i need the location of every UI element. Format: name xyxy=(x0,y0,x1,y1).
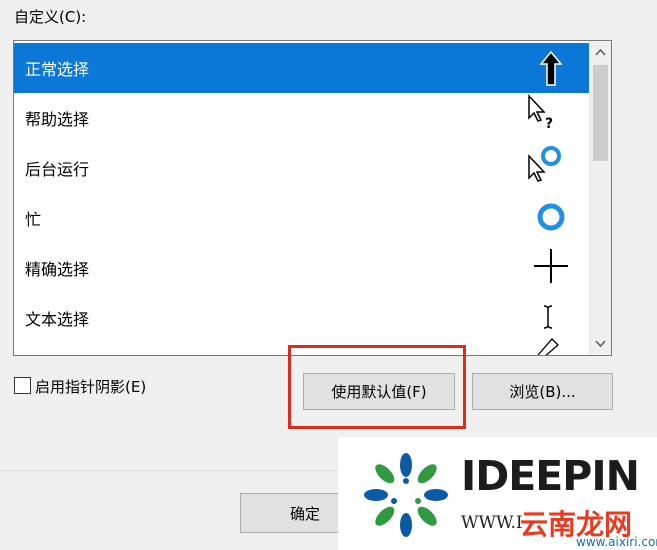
scroll-down-icon[interactable] xyxy=(590,333,611,355)
list-item-label: 文本选择 xyxy=(25,310,90,329)
annotation-highlight-box xyxy=(288,345,466,429)
list-item-label: 正常选择 xyxy=(25,60,90,79)
list-item-normal-select[interactable]: 正常选择 xyxy=(14,43,589,93)
list-item-working-in-background[interactable]: 后台运行 xyxy=(14,143,589,193)
list-item-help-select[interactable]: 帮助选择 ? xyxy=(14,93,589,143)
svg-text:?: ? xyxy=(545,116,553,132)
list-scrollbar[interactable] xyxy=(589,41,611,355)
custom-scheme-label: 自定义(C): xyxy=(14,8,87,26)
list-item-label: 精确选择 xyxy=(25,260,90,279)
pointer-shadow-label: 启用指针阴影(E) xyxy=(35,378,147,396)
handwriting-cursor-icon xyxy=(537,338,559,355)
help-select-cursor-icon: ? xyxy=(521,93,581,143)
normal-select-arrow-icon xyxy=(521,43,581,93)
pointer-shadow-checkbox[interactable] xyxy=(14,377,31,394)
watermark-brand: IDEEPIN xyxy=(461,452,640,500)
scroll-up-icon[interactable] xyxy=(590,41,611,63)
text-ibeam-icon xyxy=(521,293,581,343)
pinwheel-logo-icon xyxy=(364,453,448,537)
watermark-url-secondary: www.aixiri.com xyxy=(576,535,657,549)
watermark-overlay: IDEEPIN WWW.I 云南龙网 www.aixiri.com xyxy=(338,437,657,550)
watermark-url: WWW.I xyxy=(461,513,523,533)
cursor-list[interactable]: 正常选择 帮助选择 ? 后台运行 忙 精确选择 文本选择 xyxy=(13,40,612,356)
list-item-text-select[interactable]: 文本选择 xyxy=(14,293,589,343)
browse-button[interactable]: 浏览(B)... xyxy=(472,373,613,410)
precision-crosshair-icon xyxy=(521,243,581,293)
list-item-label: 后台运行 xyxy=(25,160,90,179)
list-item-precision-select[interactable]: 精确选择 xyxy=(14,243,589,293)
list-item-label: 帮助选择 xyxy=(25,110,90,129)
busy-ring-icon xyxy=(521,193,581,243)
working-in-background-cursor-icon xyxy=(521,143,581,193)
scroll-thumb[interactable] xyxy=(593,65,608,161)
list-item-busy[interactable]: 忙 xyxy=(14,193,589,243)
list-item-label: 忙 xyxy=(25,210,42,229)
